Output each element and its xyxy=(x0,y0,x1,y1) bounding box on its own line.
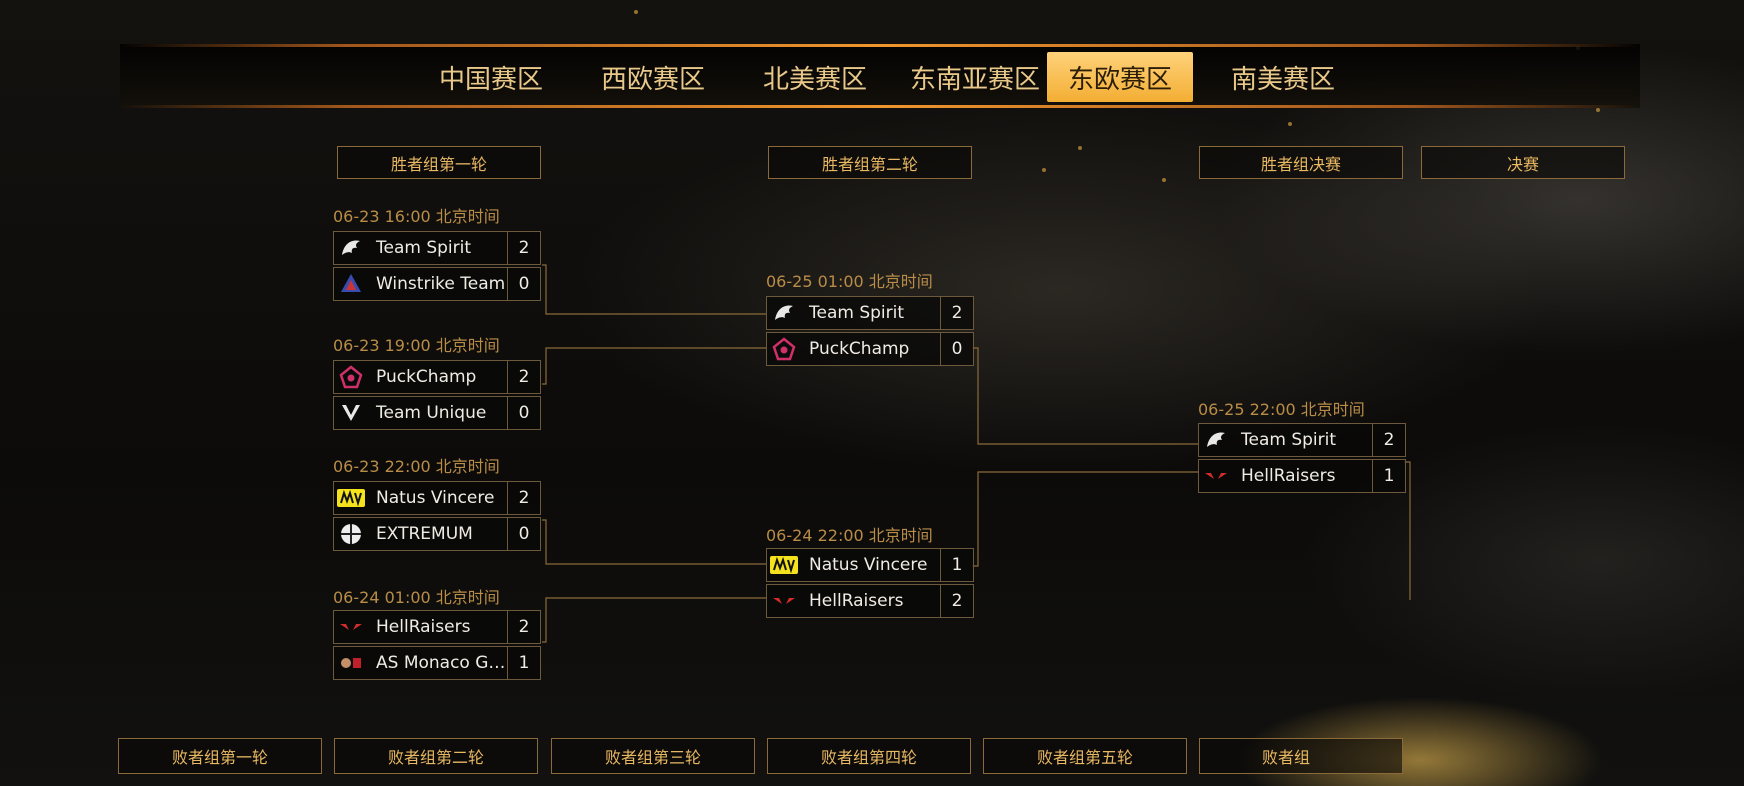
match-card-r2m2[interactable]: Natus Vincere 1 HellRaisers 2 xyxy=(766,548,974,620)
team-score: 2 xyxy=(940,585,973,617)
team-row[interactable]: Team Spirit 2 xyxy=(333,231,541,265)
match-time: 06-23 19:00 北京时间 xyxy=(333,336,500,355)
match-time: 06-23 16:00 北京时间 xyxy=(333,207,500,226)
team-name: Natus Vincere xyxy=(809,555,928,575)
hellraisers-logo-icon xyxy=(1199,460,1233,492)
team-row[interactable]: PuckChamp 2 xyxy=(333,360,541,394)
team-name: Team Spirit xyxy=(376,238,472,258)
team-score: 1 xyxy=(940,549,973,581)
team-name: PuckChamp xyxy=(809,339,910,359)
team-score: 2 xyxy=(507,482,540,514)
round-header-lower-r6[interactable]: 败者组 xyxy=(1199,738,1403,774)
navi-logo-icon xyxy=(334,482,368,514)
team-score: 2 xyxy=(507,232,540,264)
puckchamp-logo-icon xyxy=(334,361,368,393)
team-name: Team Spirit xyxy=(809,303,905,323)
team-row[interactable]: Team Spirit 2 xyxy=(766,296,974,330)
team-score: 0 xyxy=(507,268,540,300)
round-header-lower-r4[interactable]: 败者组第四轮 xyxy=(767,738,971,774)
match-card-r2m1[interactable]: Team Spirit 2 PuckChamp 0 xyxy=(766,296,974,368)
team-score: 1 xyxy=(1372,460,1405,492)
team-name: Natus Vincere xyxy=(376,488,495,508)
match-card-r1m2[interactable]: PuckChamp 2 Team Unique 0 xyxy=(333,360,541,432)
team-name: Team Unique xyxy=(376,403,487,423)
bracket-lines xyxy=(542,264,1411,643)
round-header-lower-r5[interactable]: 败者组第五轮 xyxy=(983,738,1187,774)
match-time: 06-24 22:00 北京时间 xyxy=(766,526,933,545)
team-name: AS Monaco G… xyxy=(376,653,506,673)
team-score: 0 xyxy=(507,397,540,429)
spirit-logo-icon xyxy=(334,232,368,264)
extremum-logo-icon xyxy=(334,518,368,550)
team-row[interactable]: Team Spirit 2 xyxy=(1198,423,1406,457)
match-card-r1m1[interactable]: Team Spirit 2 Winstrike Team 0 xyxy=(333,231,541,303)
team-name: PuckChamp xyxy=(376,367,477,387)
team-row[interactable]: HellRaisers 2 xyxy=(766,584,974,618)
team-name: HellRaisers xyxy=(1241,466,1336,486)
navi-logo-icon xyxy=(767,549,801,581)
match-card-r1m3[interactable]: Natus Vincere 2 EXTREMUM 0 xyxy=(333,481,541,553)
team-row[interactable]: PuckChamp 0 xyxy=(766,332,974,366)
team-row[interactable]: HellRaisers 1 xyxy=(1198,459,1406,493)
team-score: 1 xyxy=(507,647,540,679)
round-header-lower-r1[interactable]: 败者组第一轮 xyxy=(118,738,322,774)
puckchamp-logo-icon xyxy=(767,333,801,365)
match-time: 06-25 22:00 北京时间 xyxy=(1198,400,1365,419)
match-time: 06-23 22:00 北京时间 xyxy=(333,457,500,476)
team-row[interactable]: Team Unique 0 xyxy=(333,396,541,430)
team-row[interactable]: Natus Vincere 2 xyxy=(333,481,541,515)
team-score: 2 xyxy=(1372,424,1405,456)
team-score: 0 xyxy=(507,518,540,550)
spirit-logo-icon xyxy=(1199,424,1233,456)
team-score: 2 xyxy=(507,611,540,643)
team-score: 0 xyxy=(940,333,973,365)
round-header-lower-r3[interactable]: 败者组第三轮 xyxy=(551,738,755,774)
winstrike-logo-icon xyxy=(334,268,368,300)
team-row[interactable]: HellRaisers 2 xyxy=(333,610,541,644)
team-row[interactable]: Natus Vincere 1 xyxy=(766,548,974,582)
round-header-lower-r2[interactable]: 败者组第二轮 xyxy=(334,738,538,774)
monaco-logo-icon xyxy=(334,647,368,679)
team-name: HellRaisers xyxy=(376,617,471,637)
team-name: Winstrike Team xyxy=(376,274,506,294)
match-card-r1m4[interactable]: HellRaisers 2 AS Monaco G… 1 xyxy=(333,610,541,682)
team-row[interactable]: EXTREMUM 0 xyxy=(333,517,541,551)
team-row[interactable]: AS Monaco G… 1 xyxy=(333,646,541,680)
team-score: 2 xyxy=(507,361,540,393)
match-time: 06-25 01:00 北京时间 xyxy=(766,272,933,291)
team-name: Team Spirit xyxy=(1241,430,1337,450)
team-score: 2 xyxy=(940,297,973,329)
match-time: 06-24 01:00 北京时间 xyxy=(333,588,500,607)
hellraisers-logo-icon xyxy=(334,611,368,643)
unique-logo-icon xyxy=(334,397,368,429)
hellraisers-logo-icon xyxy=(767,585,801,617)
match-card-upper-final[interactable]: Team Spirit 2 HellRaisers 1 xyxy=(1198,423,1406,495)
spirit-logo-icon xyxy=(767,297,801,329)
team-name: HellRaisers xyxy=(809,591,904,611)
team-name: EXTREMUM xyxy=(376,524,473,544)
team-row[interactable]: Winstrike Team 0 xyxy=(333,267,541,301)
